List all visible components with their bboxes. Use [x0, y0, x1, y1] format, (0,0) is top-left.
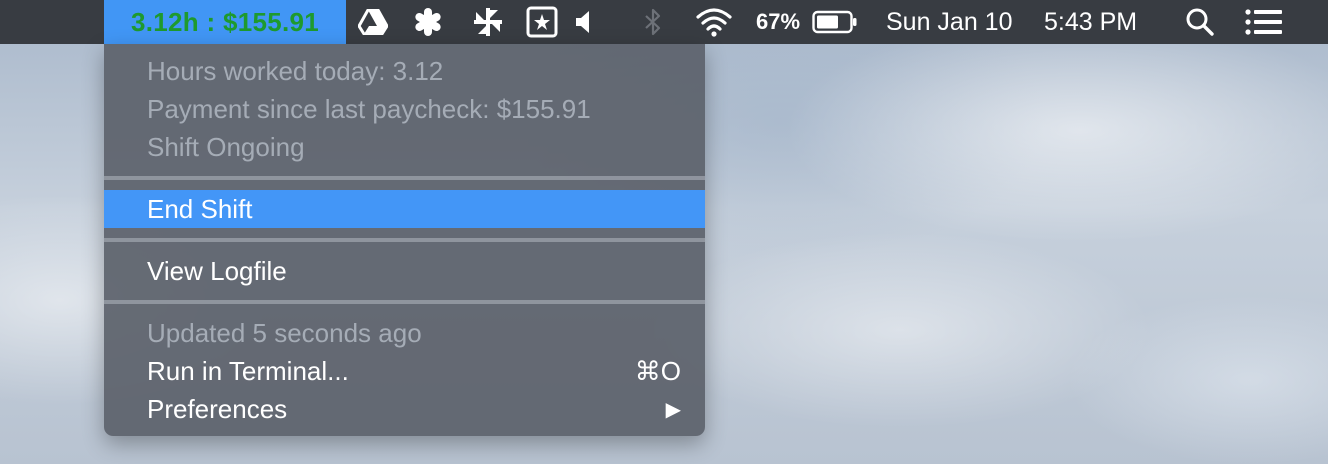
menubar-date[interactable]: Sun Jan 10: [886, 0, 1013, 44]
battery-percent: 67%: [756, 9, 801, 34]
google-drive-icon[interactable]: [358, 0, 388, 44]
shift-tracker-status-text: 3.12h : $155.91: [130, 6, 320, 37]
menu-item-view-logfile[interactable]: View Logfile: [104, 252, 705, 290]
menu-separator: [104, 238, 705, 242]
menu-item-preferences[interactable]: Preferences ▶: [104, 390, 705, 428]
menu-item-run-in-terminal[interactable]: Run in Terminal... ⌘O: [104, 352, 705, 390]
menu-item-updated: Updated 5 seconds ago: [147, 317, 422, 348]
bluetooth-icon[interactable]: [642, 0, 664, 44]
volume-icon[interactable]: [574, 0, 594, 44]
asterisk-app-icon[interactable]: [412, 0, 444, 44]
battery-icon[interactable]: [812, 0, 858, 44]
shift-tracker-status-item[interactable]: 3.12h : $155.91: [104, 0, 346, 44]
menu-item-payment: Payment since last paycheck: $155.91: [147, 93, 591, 124]
star-box-app-icon[interactable]: [526, 0, 558, 44]
menu-bar: 3.12h : $155.91 67% Sun Jan 10 5:43 PM: [0, 0, 1328, 44]
menubar-time[interactable]: 5:43 PM: [1044, 0, 1137, 44]
menu-item-shift-status: Shift Ongoing: [147, 131, 305, 162]
run-in-terminal-shortcut: ⌘O: [634, 355, 681, 386]
menu-item-hours-worked: Hours worked today: 3.12: [147, 55, 444, 86]
shift-tracker-dropdown-menu: Hours worked today: 3.12 Payment since l…: [104, 44, 705, 436]
pinwheel-app-icon[interactable]: [472, 0, 504, 44]
menu-separator: [104, 176, 705, 180]
submenu-arrow-icon: ▶: [665, 398, 681, 421]
notification-center-icon[interactable]: [1244, 0, 1284, 44]
menu-separator: [104, 300, 705, 304]
menu-item-end-shift[interactable]: End Shift: [104, 190, 705, 228]
spotlight-search-icon[interactable]: [1184, 0, 1216, 44]
wifi-icon[interactable]: [694, 0, 734, 44]
